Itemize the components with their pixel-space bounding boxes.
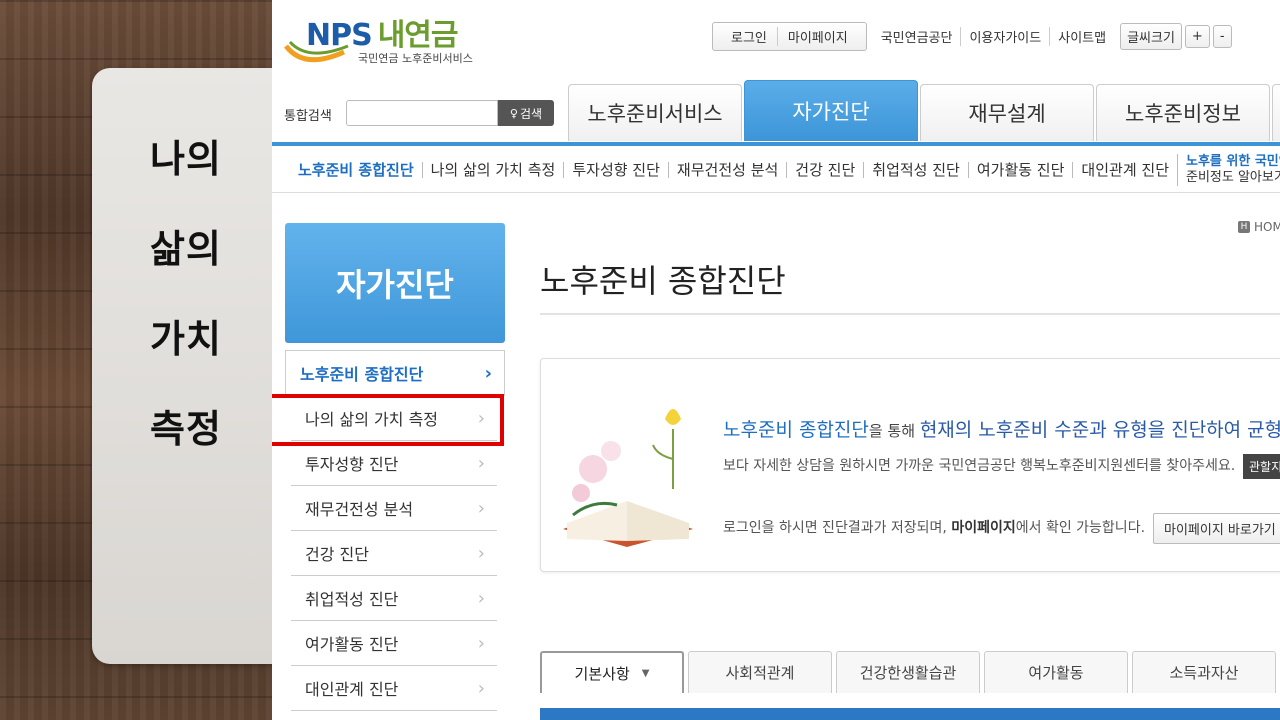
page-title: 노후준비 종합진단 [540, 262, 786, 300]
tab-income-assets[interactable]: 소득과자산 [1132, 651, 1276, 693]
highlight-box [272, 394, 504, 446]
slide-title-word-4: 측정 [150, 407, 222, 451]
chevron-right-icon: › [477, 632, 485, 654]
intro-headline: 노후준비 종합진단을 통해 현재의 노후준비 수준과 유형을 진단하여 균형있는… [723, 419, 1280, 441]
breadcrumb-home[interactable]: H HOM [1238, 220, 1280, 234]
intro-box: 노후준비 종합진단을 통해 현재의 노후준비 수준과 유형을 진단하여 균형있는… [540, 358, 1280, 572]
home-icon: H [1238, 221, 1250, 233]
search-label: 통합검색 [284, 109, 332, 124]
lnb-title: 자가진단 [285, 223, 505, 343]
font-plus-button[interactable]: + [1184, 24, 1210, 48]
main-nav: 노후준비서비스 자가진단 재무설계 노후준비정보 [568, 80, 1280, 142]
font-size-label: 글씨크기 [1120, 22, 1182, 50]
lnb-item-leisure[interactable]: 여가활동 진단 › [291, 621, 497, 666]
lnb-item-employment[interactable]: 취업적성 진단 › [291, 576, 497, 621]
gnb-tab-overflow[interactable] [1272, 84, 1280, 141]
lnb-item-relationship[interactable]: 대인관계 진단 › [291, 666, 497, 711]
logo-subtitle: 국민연금 노후준비서비스 [358, 52, 473, 65]
gnb-tab-financial-planning[interactable]: 재무설계 [920, 84, 1094, 141]
subnav-item-health[interactable]: 건강 진단 [786, 162, 863, 178]
slide-title-word-2: 삶의 [150, 227, 222, 271]
logo-text: NPS 내연금 [306, 18, 459, 53]
subnav-item-pension-readiness[interactable]: 노후를 위한 국민연준비정도 알아보기 [1177, 154, 1280, 186]
chevron-right-icon: › [477, 452, 485, 474]
subnav-item-employment[interactable]: 취업적성 진단 [863, 162, 968, 178]
tab-leisure[interactable]: 여가활동 [984, 651, 1128, 693]
jurisdiction-button[interactable]: 관할지 [1243, 454, 1280, 479]
login-mypage-box: 로그인 마이페이지 [712, 21, 867, 51]
chevron-right-icon: › [477, 677, 485, 699]
lnb-item-investment[interactable]: 투자성향 진단 › [291, 441, 497, 486]
sitemap-link[interactable]: 사이트맵 [1049, 26, 1114, 46]
user-guide-link[interactable]: 이용자가이드 [960, 26, 1049, 46]
gnb-tab-retirement-info[interactable]: 노후준비정보 [1096, 84, 1270, 141]
content-tabs: 기본사항 ▼ 사회적관계 건강한생활습관 여가활동 소득과자산 [540, 651, 1280, 693]
font-minus-button[interactable]: - [1212, 24, 1232, 48]
gnb-tab-self-diagnosis[interactable]: 자가진단 [744, 80, 918, 141]
lnb-item-health[interactable]: 건강 진단 › [291, 531, 497, 576]
subnav-item-financial[interactable]: 재무건전성 분석 [667, 162, 786, 178]
tab-social-relations[interactable]: 사회적관계 [688, 651, 832, 693]
slide-title-word-3: 가치 [150, 317, 222, 361]
sub-nav: 노후준비 종합진단 나의 삶의 가치 측정 투자성향 진단 재무건전성 분석 건… [298, 152, 1280, 188]
utility-nav: 로그인 마이페이지 국민연금공단 이용자가이드 사이트맵 글씨크기 + - [712, 21, 1232, 51]
mypage-link[interactable]: 마이페이지 [776, 26, 858, 46]
chevron-right-icon: › [477, 587, 485, 609]
gnb-divider [272, 142, 1280, 146]
slide-title-word-1: 나의 [150, 137, 222, 181]
chevron-right-icon: › [484, 362, 492, 384]
search-icon: ♀ [509, 106, 518, 120]
login-link[interactable]: 로그인 [721, 27, 777, 46]
website-screenshot: NPS 내연금 국민연금 노후준비서비스 로그인 마이페이지 국민연금공단 이용자… [272, 0, 1280, 720]
title-divider [540, 313, 1280, 315]
subnav-item-comprehensive[interactable]: 노후준비 종합진단 [298, 162, 422, 178]
caret-down-icon: ▼ [641, 667, 650, 679]
intro-login-text: 로그인을 하시면 진단결과가 저장되며, 마이페이지에서 확인 가능합니다. [723, 520, 1146, 536]
subnav-item-life-value[interactable]: 나의 삶의 가치 측정 [421, 162, 564, 178]
lnb-item-comprehensive[interactable]: 노후준비 종합진단 › [285, 350, 505, 396]
mypage-shortcut-button[interactable]: 마이페이지 바로가기 [1153, 513, 1280, 544]
lnb-item-financial[interactable]: 재무건전성 분석 › [291, 486, 497, 531]
chevron-right-icon: › [477, 497, 485, 519]
subnav-item-relationship[interactable]: 대인관계 진단 [1072, 162, 1177, 178]
chevron-right-icon: › [477, 542, 485, 564]
tab-basic-info[interactable]: 기본사항 ▼ [540, 651, 684, 693]
content-bar [540, 708, 1280, 720]
subnav-item-investment[interactable]: 투자성향 진단 [563, 162, 668, 178]
intro-consult-text: 보다 자세한 상담을 원하시면 가까운 국민연금공단 행복노후준비지원센터를 찾… [723, 458, 1236, 474]
tab-healthy-habits[interactable]: 건강한생활습관 [836, 651, 980, 693]
book-flower-illustration [563, 409, 693, 547]
search-button[interactable]: ♀ 검색 [498, 100, 554, 126]
gnb-tab-retirement-service[interactable]: 노후준비서비스 [568, 84, 742, 141]
subnav-divider [272, 192, 1280, 193]
subnav-item-leisure[interactable]: 여가활동 진단 [967, 162, 1073, 178]
search-input[interactable] [346, 100, 498, 126]
nps-logo[interactable]: NPS 내연금 국민연금 노후준비서비스 [284, 10, 484, 70]
nps-link[interactable]: 국민연금공단 [873, 27, 961, 46]
